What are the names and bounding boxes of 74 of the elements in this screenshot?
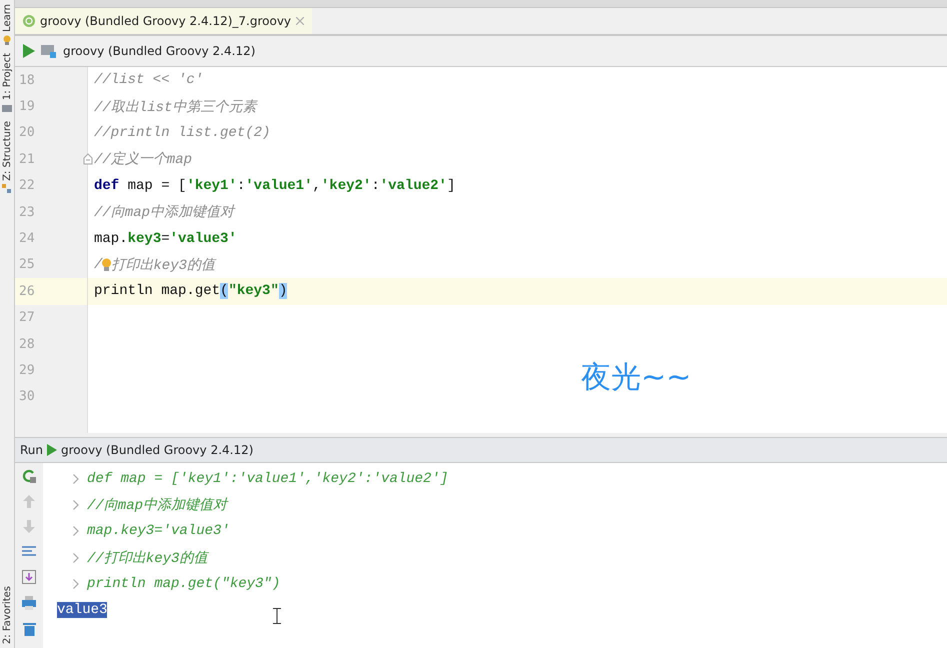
line-number: 23 xyxy=(19,204,35,220)
line-number: 21 xyxy=(19,152,35,167)
chevron-icon xyxy=(73,578,79,589)
code-string: 'key1' xyxy=(186,178,237,194)
code-text: : xyxy=(236,178,246,194)
line-number: 22 xyxy=(19,178,35,194)
close-icon[interactable] xyxy=(296,17,304,25)
line-number: 24 xyxy=(19,231,35,246)
code-text: map = [ xyxy=(126,178,186,194)
code-comment: //println list.get(2) xyxy=(94,124,270,141)
code-comment: //list << 'c' xyxy=(94,72,204,88)
side-tab[interactable]: 1: Project xyxy=(2,52,12,100)
console-input-text: map.key3='value3' xyxy=(87,523,230,540)
chevron-icon xyxy=(73,474,79,484)
fold-icon[interactable] xyxy=(83,153,93,166)
console-input-text: //向map中添加键值对 xyxy=(87,496,228,514)
code-comment: //向map中添加键值对 xyxy=(94,204,234,222)
chevron-icon xyxy=(73,552,79,563)
line-number: 20 xyxy=(19,125,35,140)
editor-tab[interactable]: groovy (Bundled Groovy 2.4.12)_7.groovy xyxy=(15,8,312,34)
console-input-text: println map.get("key3") xyxy=(87,576,280,592)
line-number: 28 xyxy=(19,336,35,352)
code-comment: / xyxy=(94,256,102,273)
console-input-text: def map = ['key1':'value1','key2':'value2'] xyxy=(87,471,448,488)
code-string: 'key2' xyxy=(320,178,372,194)
line-number: 25 xyxy=(19,257,35,272)
side-tab[interactable]: 2: Favorites xyxy=(2,586,12,644)
side-tab[interactable]: Learn xyxy=(2,4,12,32)
line-number: 29 xyxy=(19,362,35,378)
folder-icon xyxy=(2,103,12,114)
line-number: 19 xyxy=(19,99,35,114)
rerun-icon[interactable] xyxy=(22,469,36,483)
code-text: ] xyxy=(446,178,456,194)
line-number: 18 xyxy=(19,72,35,88)
structure-icon xyxy=(2,184,12,194)
matched-brace: ) xyxy=(278,283,288,300)
code-string: "key3" xyxy=(228,283,279,300)
text-cursor-icon xyxy=(273,608,281,624)
code-string: key3 xyxy=(128,230,162,247)
code-comment: 打印出key3的值 xyxy=(111,256,216,274)
code-string: 'value1' xyxy=(245,178,312,194)
line-number: 26 xyxy=(19,284,35,299)
console-input-text: //打印出key3的值 xyxy=(87,550,208,567)
print-icon[interactable] xyxy=(22,596,36,610)
line-number: 30 xyxy=(19,389,35,404)
run-configuration[interactable]: groovy (Bundled Groovy 2.4.12) xyxy=(63,44,256,58)
code-text: println map.get xyxy=(94,283,220,300)
code-text: : xyxy=(371,178,380,194)
chevron-icon xyxy=(73,526,79,536)
run-icon[interactable] xyxy=(23,44,35,58)
run-icon xyxy=(47,444,58,456)
groovy-file-icon xyxy=(23,15,35,27)
code-text: , xyxy=(312,178,321,194)
overlay-caption: 夜光~~ xyxy=(581,359,692,397)
matched-brace: ( xyxy=(220,283,228,300)
code-comment: //取出list中第三个元素 xyxy=(94,98,256,116)
code-text: = xyxy=(161,230,170,247)
side-tab[interactable]: Z: Structure xyxy=(2,121,12,181)
run-panel-title: Run xyxy=(20,443,44,457)
code-text: map. xyxy=(94,230,128,247)
scroll-to-end-icon[interactable] xyxy=(22,570,36,584)
line-number: 27 xyxy=(19,310,35,326)
console-output: value3 xyxy=(57,602,108,618)
code-keyword: def xyxy=(94,178,120,194)
code-string: 'value2' xyxy=(380,178,447,194)
code-string: 'value3' xyxy=(170,230,237,247)
run-configuration: groovy (Bundled Groovy 2.4.12) xyxy=(61,443,254,457)
folder-icon xyxy=(41,44,57,58)
lightbulb-icon[interactable] xyxy=(101,258,112,272)
bulb-icon xyxy=(2,34,12,45)
trash-icon[interactable] xyxy=(22,622,36,636)
chevron-icon xyxy=(73,500,79,510)
wrap-icon[interactable] xyxy=(22,545,36,558)
code-comment: //定义一个map xyxy=(94,150,192,168)
